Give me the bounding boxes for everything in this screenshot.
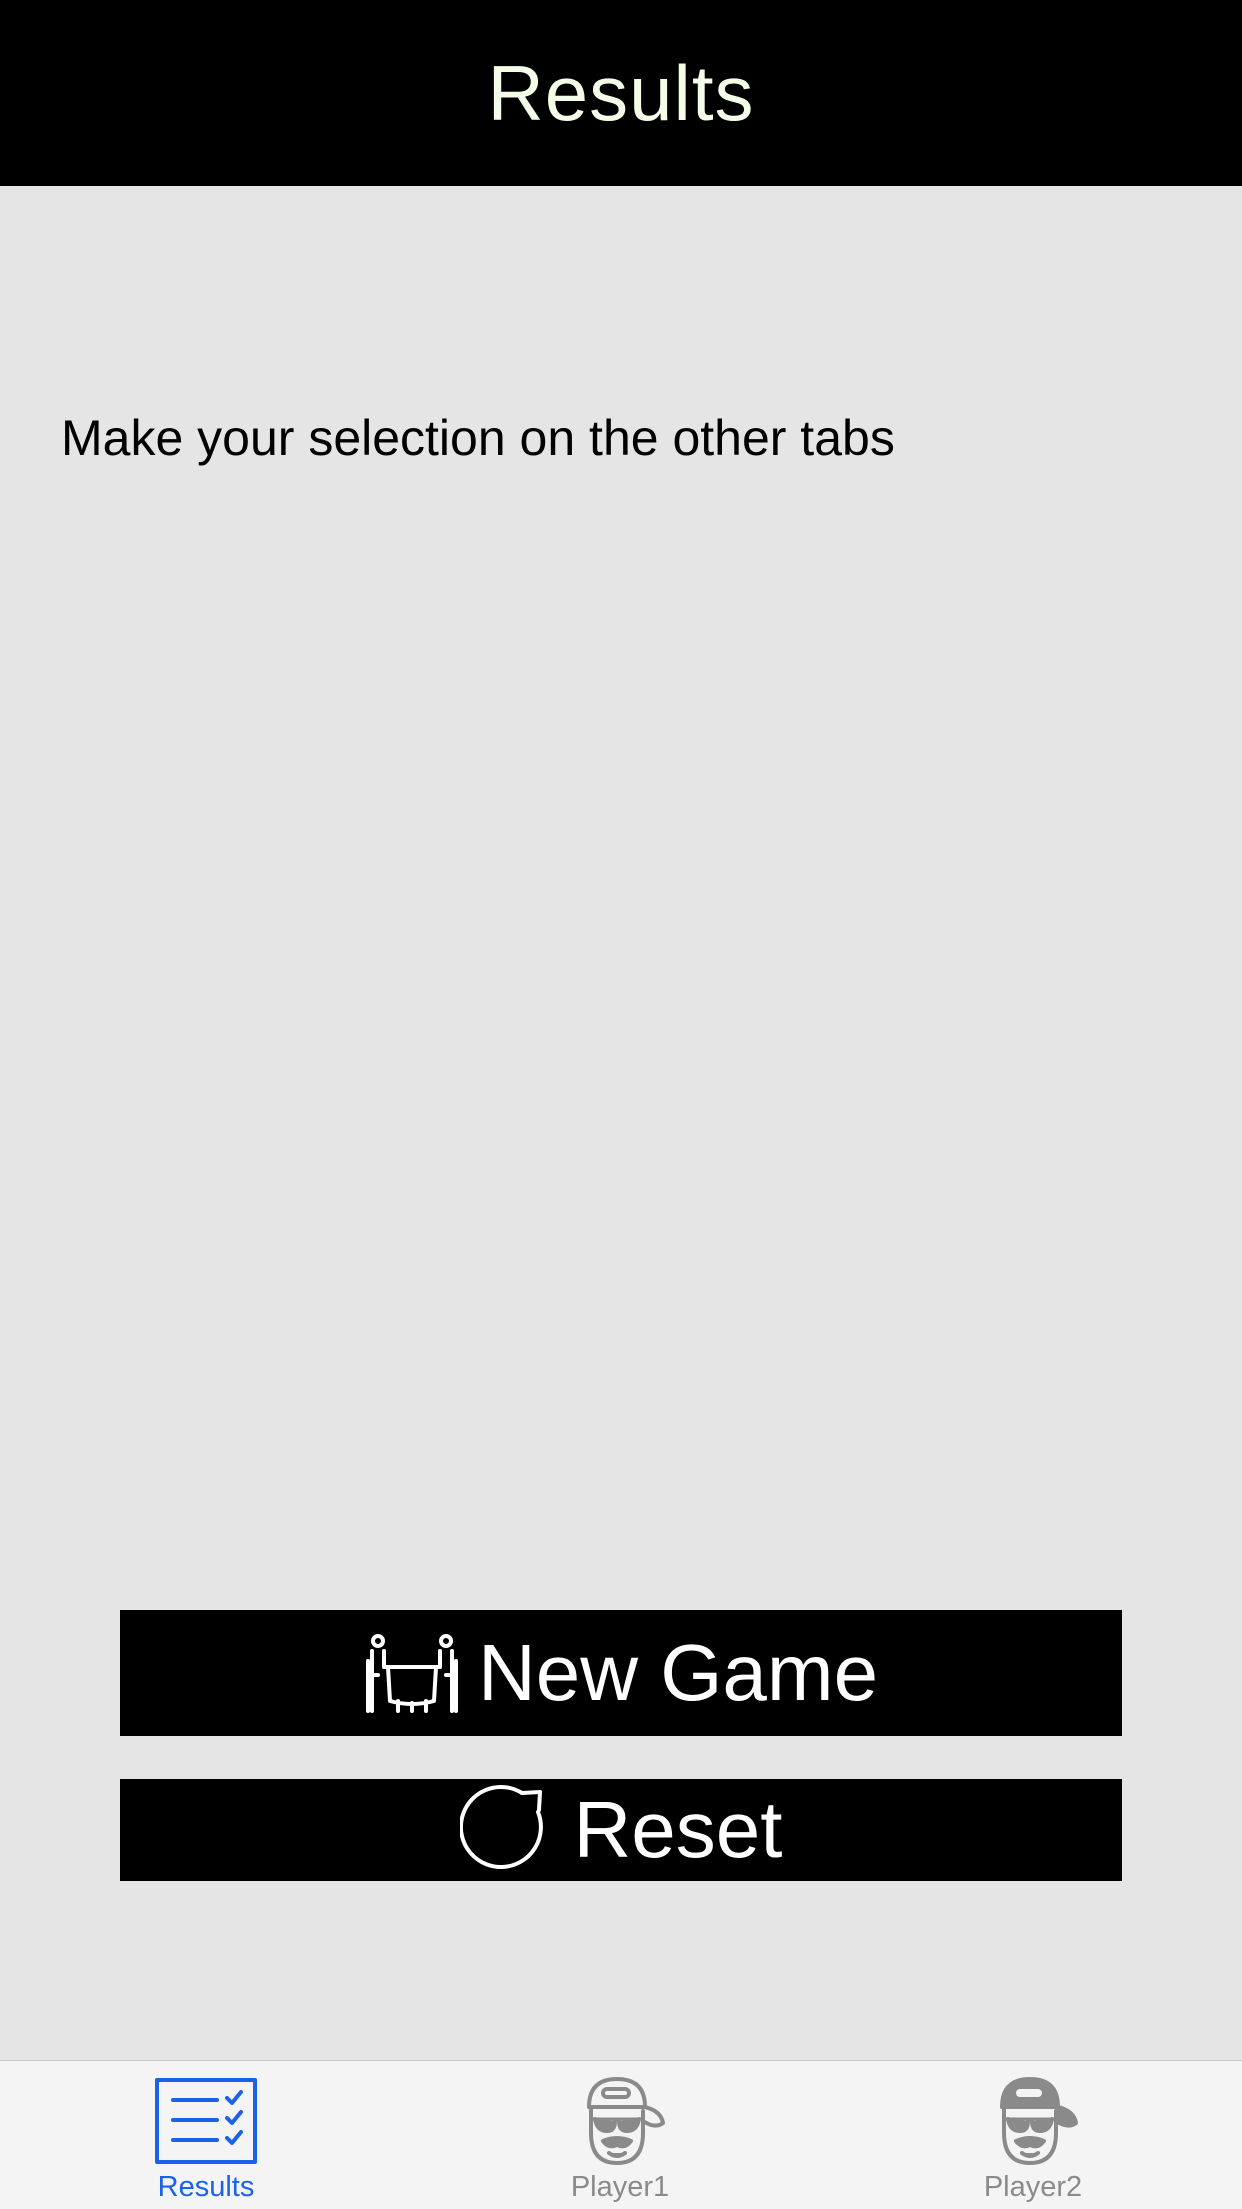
tab-results-label: Results (157, 2171, 255, 2203)
tab-player2[interactable]: Player2 (933, 2061, 1133, 2209)
player-cap-icon (575, 2073, 665, 2169)
tab-results[interactable]: Results (106, 2061, 306, 2209)
new-game-label: New Game (477, 1628, 879, 1717)
players-at-table-icon (364, 1631, 460, 1715)
new-game-button[interactable]: New Game (120, 1610, 1122, 1736)
refresh-icon (459, 1782, 556, 1878)
reset-button[interactable]: Reset (120, 1779, 1122, 1881)
tab-player1-label: Player1 (570, 2171, 670, 2203)
reset-label: Reset (573, 1785, 783, 1874)
tab-player1[interactable]: Player1 (520, 2061, 720, 2209)
navigation-bar: Results (0, 0, 1242, 186)
player-cap-icon (988, 2073, 1078, 2169)
main-content: Make your selection on the other tabs Ne… (0, 186, 1242, 2060)
page-title: Results (487, 48, 755, 137)
tab-player2-label: Player2 (983, 2171, 1083, 2203)
tab-bar: Results Player1 Player2 (0, 2060, 1242, 2209)
instruction-text: Make your selection on the other tabs (61, 410, 895, 466)
checklist-icon (155, 2073, 257, 2169)
